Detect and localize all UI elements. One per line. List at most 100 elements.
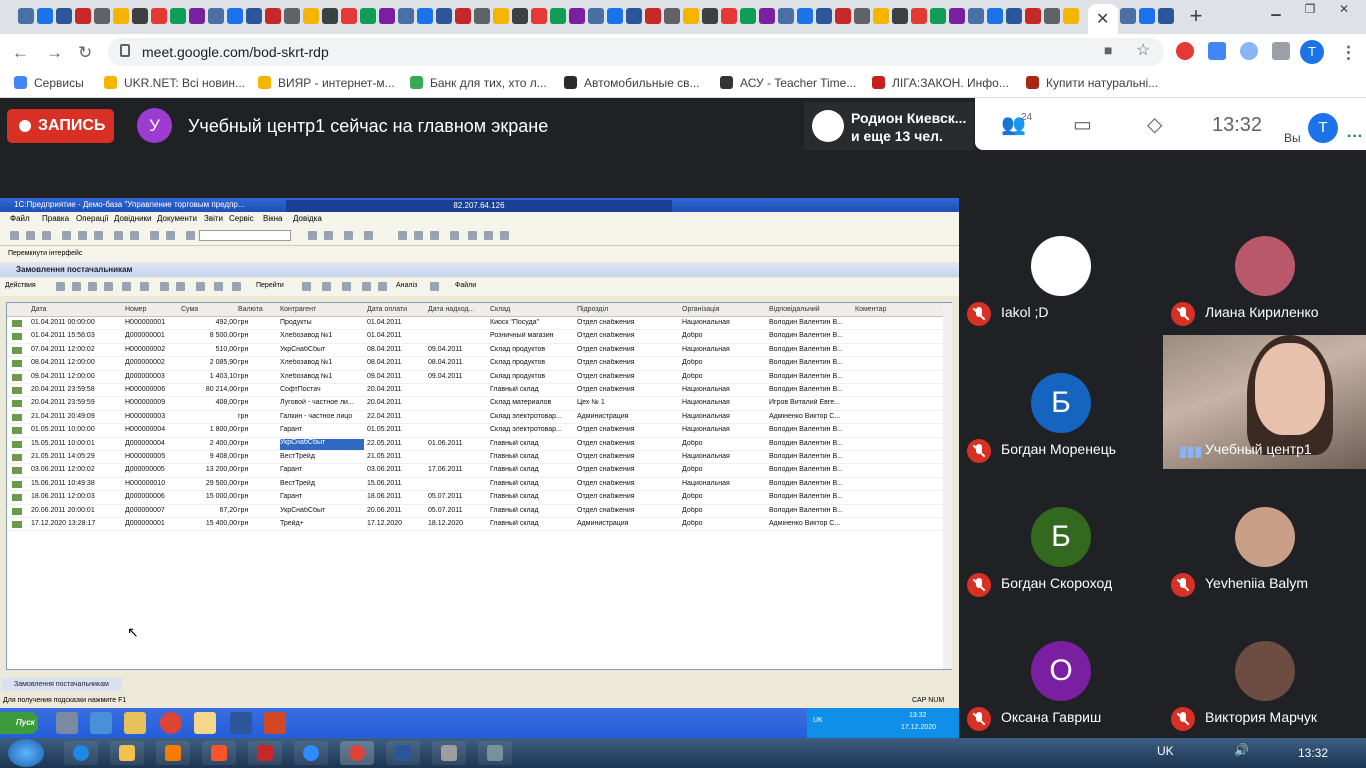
taskbar-item[interactable] <box>110 741 144 765</box>
table-cell[interactable]: 20.04.2011 <box>367 399 425 406</box>
tab-favicon-icon[interactable] <box>835 8 851 24</box>
table-cell[interactable]: грн <box>238 319 277 326</box>
table-cell[interactable]: 01.05.2011 10:00:00 <box>31 426 122 433</box>
menu-item[interactable]: Сервіс <box>229 214 254 223</box>
table-cell[interactable]: грн <box>238 399 277 406</box>
taskbar-item[interactable] <box>294 741 328 765</box>
table-cell[interactable]: 1 800,00 <box>183 426 237 433</box>
reload-icon[interactable]: ↻ <box>78 43 92 63</box>
table-cell[interactable]: Национальная <box>682 319 766 326</box>
table-cell[interactable]: Главный склад <box>490 493 574 500</box>
table-cell[interactable]: 01.04.2011 <box>367 332 425 339</box>
table-cell[interactable]: Д000000001 <box>125 332 178 339</box>
tab-favicon-icon[interactable] <box>854 8 870 24</box>
taskbar-item[interactable] <box>478 741 512 765</box>
tab-favicon-icon[interactable] <box>398 8 414 24</box>
table-cell[interactable]: 15 400,00 <box>183 520 237 527</box>
table-cell[interactable]: грн <box>238 359 277 366</box>
tab-favicon-icon[interactable] <box>683 8 699 24</box>
table-cell[interactable]: 18.06.2011 <box>367 493 425 500</box>
table-cell[interactable]: Володин Валентин В... <box>769 386 852 393</box>
table-cell[interactable]: Склад электротовар... <box>490 413 574 420</box>
taskbar-item[interactable] <box>202 741 236 765</box>
toolbar-icon[interactable] <box>130 231 139 240</box>
tab-favicon-icon[interactable] <box>170 8 186 24</box>
taskbar-item[interactable] <box>64 741 98 765</box>
tab-favicon-icon[interactable] <box>626 8 642 24</box>
column-header[interactable]: Сума <box>181 306 198 313</box>
table-cell[interactable]: Отдел снабжения <box>577 373 679 380</box>
table-cell[interactable]: 03.06.2011 <box>367 466 425 473</box>
table-cell[interactable]: 67,20 <box>183 507 237 514</box>
table-cell[interactable]: 15.06.2011 <box>367 480 425 487</box>
table-cell[interactable]: Володин Валентин В... <box>769 359 852 366</box>
table-cell[interactable]: 22.04.2011 <box>367 413 425 420</box>
table-cell[interactable]: Д000000002 <box>125 359 178 366</box>
table-cell[interactable]: Добро <box>682 332 766 339</box>
table-cell[interactable]: 08.04.2011 12:00:00 <box>31 359 122 366</box>
table-cell[interactable]: Луговой - частное ли... <box>280 399 364 406</box>
tab-favicon-icon[interactable] <box>1139 8 1155 24</box>
tab-close-icon[interactable]: ✕ <box>1096 9 1109 29</box>
tab-favicon-icon[interactable] <box>569 8 585 24</box>
table-cell[interactable]: 09.04.2011 <box>428 346 487 353</box>
table-cell[interactable]: Н000000003 <box>125 413 178 420</box>
forward-icon[interactable]: → <box>46 43 63 63</box>
tab-favicon-icon[interactable] <box>113 8 129 24</box>
tab-favicon-icon[interactable] <box>284 8 300 24</box>
extension-icon[interactable] <box>1176 42 1194 60</box>
table-cell[interactable]: Добро <box>682 466 766 473</box>
table-cell[interactable]: Гарант <box>280 466 364 473</box>
table-row[interactable]: 15.05.2011 10:00:01 Д000000004 2 400,00 грн… <box>7 438 943 451</box>
table-cell[interactable]: Главный склад <box>490 507 574 514</box>
table-cell[interactable]: 9 408,00 <box>183 453 237 460</box>
table-cell[interactable]: УкрСнабСбыт <box>280 438 364 450</box>
profile-avatar[interactable]: T <box>1300 40 1324 64</box>
menu-item[interactable]: Документи <box>157 214 197 223</box>
tab-favicon-icon[interactable] <box>360 8 376 24</box>
table-cell[interactable]: Склад продуктов <box>490 346 574 353</box>
toolbar-icon[interactable] <box>196 282 205 291</box>
active-tab[interactable]: ✕ <box>1088 4 1118 34</box>
tab-favicon-icon[interactable] <box>341 8 357 24</box>
toolbar-icon[interactable] <box>72 282 81 291</box>
tab-favicon-icon[interactable] <box>949 8 965 24</box>
taskbar-item[interactable] <box>156 741 190 765</box>
table-row[interactable]: 21.04.2011 20:49:09 Н000000003 грн Галкин -… <box>7 411 943 425</box>
toolbar-icon[interactable] <box>378 282 387 291</box>
extension-icon[interactable] <box>1240 42 1258 60</box>
table-cell[interactable]: грн <box>238 332 277 339</box>
table-cell[interactable]: Хлебозавод №1 <box>280 373 364 380</box>
bookmark-item[interactable]: Банк для тих, хто л... <box>410 76 547 90</box>
table-cell[interactable]: Галкин - частное лицо <box>280 413 364 420</box>
toolbar-icon[interactable] <box>26 231 35 240</box>
table-row[interactable]: 20.04.2011 23:59:59 Н000000009 408,00 грн Лу… <box>7 397 943 411</box>
tab-favicon-icon[interactable] <box>265 8 281 24</box>
table-cell[interactable]: грн <box>238 440 277 447</box>
column-header[interactable]: Дата надход... <box>428 306 474 313</box>
tab-favicon-icon[interactable] <box>189 8 205 24</box>
table-cell[interactable]: Н000000002 <box>125 346 178 353</box>
toolbar-icon[interactable] <box>114 231 123 240</box>
table-cell[interactable]: грн <box>238 520 277 527</box>
tab-favicon-icon[interactable] <box>797 8 813 24</box>
tab-favicon-icon[interactable] <box>94 8 110 24</box>
table-cell[interactable]: Д000000003 <box>125 373 178 380</box>
chat-icon[interactable]: ▭ <box>1073 112 1092 137</box>
taskbar-item[interactable] <box>248 741 282 765</box>
toolbar-icon[interactable] <box>78 231 87 240</box>
column-header[interactable]: Організація <box>682 306 720 313</box>
table-cell[interactable]: ВестТрейд <box>280 453 364 460</box>
table-cell[interactable]: грн <box>238 346 277 353</box>
tab-favicon-icon[interactable] <box>436 8 452 24</box>
table-cell[interactable]: 2 085,90 <box>183 359 237 366</box>
table-row[interactable]: 21.05.2011 14:05:29 Н000000005 9 408,00 грн… <box>7 451 943 465</box>
tab-favicon-icon[interactable] <box>1120 8 1136 24</box>
toolbar-icon[interactable] <box>322 282 331 291</box>
table-cell[interactable]: Добро <box>682 507 766 514</box>
table-cell[interactable]: грн <box>238 507 277 514</box>
tab-favicon-icon[interactable] <box>474 8 490 24</box>
toolbar-icon[interactable] <box>362 282 371 291</box>
table-cell[interactable]: Володин Валентин В... <box>769 426 852 433</box>
toolbar-icon[interactable] <box>342 282 351 291</box>
